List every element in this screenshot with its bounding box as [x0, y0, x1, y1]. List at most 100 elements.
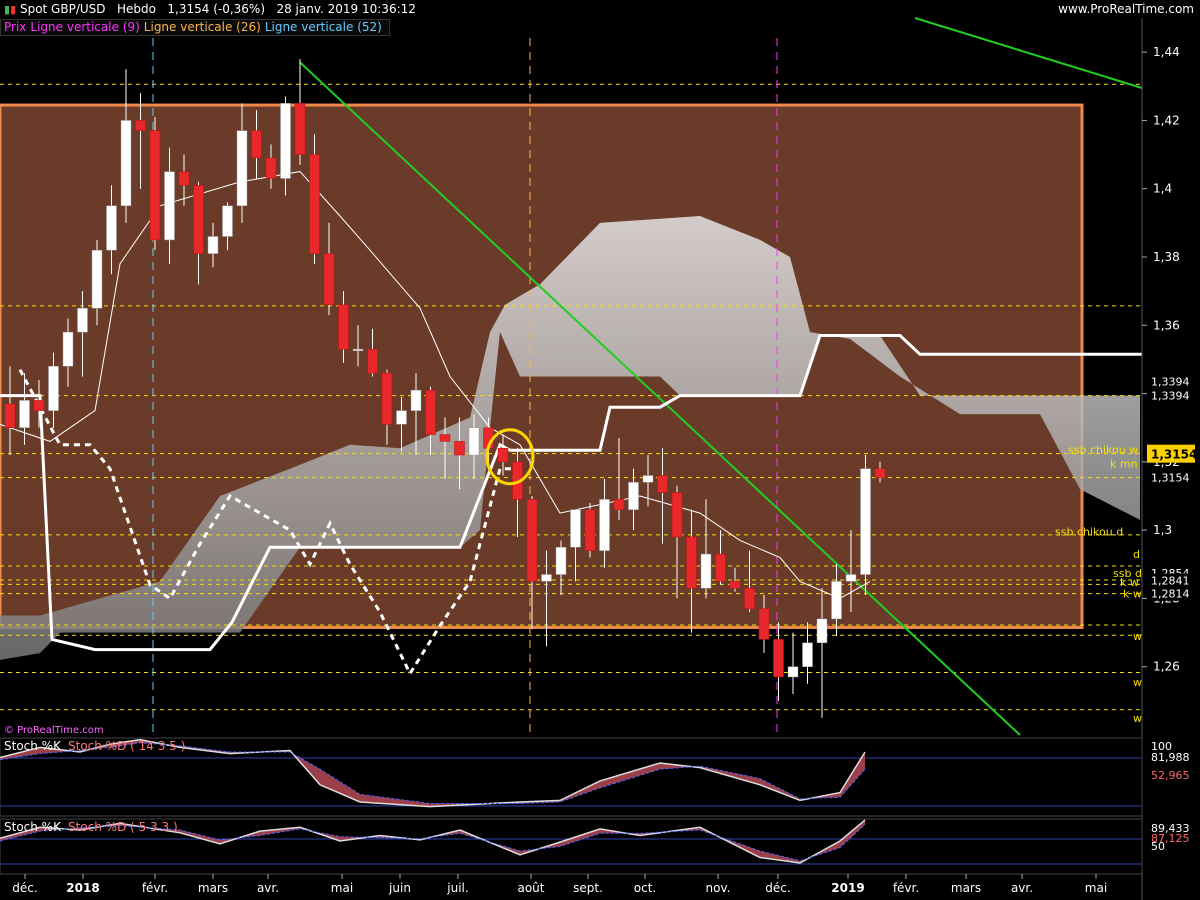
candle-body — [628, 482, 639, 510]
candle-body — [439, 434, 451, 442]
stoch1-tick-100: 100 — [1151, 740, 1172, 753]
candle-body — [4, 403, 16, 428]
candle-body — [541, 574, 552, 582]
candle-body — [758, 608, 770, 640]
candle-body — [77, 307, 88, 333]
stoch-series-label: Stoch %D ( 5 3 3 ) — [68, 820, 178, 834]
candle-body — [454, 441, 465, 456]
price-tick-label: 1,36 — [1153, 318, 1180, 332]
stoch-d-value: 52,965 — [1151, 769, 1190, 782]
candle-body — [671, 492, 683, 538]
candle-body — [584, 509, 596, 551]
price-scale-label: 1,3394 — [1151, 390, 1190, 403]
candle-body — [396, 410, 407, 425]
price-tick-label: 1,3 — [1153, 523, 1172, 537]
candle-body — [309, 154, 320, 254]
candle-body — [831, 581, 842, 620]
candle-body — [251, 130, 262, 159]
candle-body — [207, 236, 219, 254]
candle-body — [657, 475, 668, 493]
watermark: © ProRealTime.com — [4, 725, 104, 736]
price-scale-label: 1,2841 — [1151, 575, 1190, 588]
candle-body — [425, 389, 436, 435]
candle-body — [149, 130, 161, 241]
candle-body — [497, 447, 509, 463]
candle-body — [222, 205, 233, 237]
level-label: d — [1133, 548, 1140, 561]
candle-body — [323, 253, 335, 306]
price-tick-label: 1,4 — [1153, 182, 1172, 196]
level-label: k mn — [1110, 458, 1138, 471]
level-label: ssb chikou d — [1055, 526, 1123, 539]
candle-body — [410, 389, 422, 411]
candle — [120, 69, 132, 223]
level-label: w — [1133, 630, 1142, 643]
price-tick-label: 1,26 — [1153, 660, 1180, 674]
candle-body — [178, 171, 190, 186]
candle-body — [280, 103, 291, 179]
trendline-upper — [914, 17, 1143, 89]
stoch2-tick-50: 50 — [1151, 840, 1165, 853]
x-tick-label: oct. — [634, 881, 656, 895]
candle-body — [367, 348, 378, 374]
stoch-title: Stoch %K — [4, 820, 62, 834]
candle-body — [570, 509, 581, 548]
candle — [584, 502, 596, 558]
candle-body — [860, 468, 871, 575]
candle-body — [468, 427, 480, 456]
candle-body — [91, 249, 103, 309]
candle-body — [686, 536, 697, 589]
candle-body — [874, 468, 886, 478]
candle-body — [106, 205, 117, 251]
x-tick-label: mai — [331, 881, 353, 895]
x-tick-label: déc. — [12, 881, 37, 895]
x-tick-label: 2018 — [66, 881, 99, 895]
level-label: w — [1133, 712, 1142, 725]
candle-body — [642, 475, 654, 483]
candle-body — [715, 553, 726, 582]
x-tick-label: déc. — [765, 881, 790, 895]
candle-body — [816, 618, 828, 644]
candle-body — [120, 120, 132, 207]
candle-body — [19, 400, 30, 428]
price-tick-label: 1,42 — [1153, 113, 1180, 127]
candle-body — [338, 304, 349, 350]
price-scale-label: 1,3394 — [1151, 375, 1190, 388]
x-tick-label: juin — [388, 881, 411, 895]
candle-body — [193, 185, 204, 254]
candle — [149, 117, 161, 251]
price-tick-label: 1,44 — [1153, 45, 1180, 59]
candle — [773, 622, 784, 701]
level-label: k w — [1123, 587, 1142, 600]
x-tick-label: mai — [1085, 881, 1107, 895]
candle-body — [164, 171, 175, 241]
x-tick-label: avr. — [1011, 881, 1033, 895]
level-label: w — [1133, 676, 1142, 689]
x-tick-label: 2019 — [831, 881, 864, 895]
x-tick-label: févr. — [142, 881, 168, 895]
candle-body — [744, 587, 755, 609]
candle-body — [62, 331, 74, 367]
candle-body — [700, 553, 712, 589]
candle-body — [381, 372, 393, 425]
stoch-title: Stoch %K — [4, 739, 62, 753]
candle-body — [555, 546, 567, 575]
candle-body — [773, 639, 784, 678]
price-scale-label: 1,2814 — [1151, 588, 1190, 601]
candle-body — [845, 574, 857, 582]
x-tick-label: mars — [951, 881, 981, 895]
x-tick-label: août — [517, 881, 544, 895]
candle-body — [802, 642, 813, 667]
stoch-series-label: Stoch %D ( 14 3 5 ) — [68, 739, 185, 753]
chart-canvas[interactable]: 1,441,421,41,381,361,341,321,31,281,261,… — [0, 0, 1200, 900]
candle — [860, 455, 871, 596]
candle-body — [352, 348, 364, 351]
candle — [787, 632, 799, 695]
x-tick-label: sept. — [573, 881, 603, 895]
candle-body — [787, 666, 799, 678]
x-tick-label: avr. — [257, 881, 279, 895]
candle-body — [48, 366, 59, 411]
current-price-label: 1,3154 — [1151, 448, 1197, 462]
level-label: ssb chikou w — [1068, 444, 1138, 457]
x-tick-label: juil. — [446, 881, 468, 895]
